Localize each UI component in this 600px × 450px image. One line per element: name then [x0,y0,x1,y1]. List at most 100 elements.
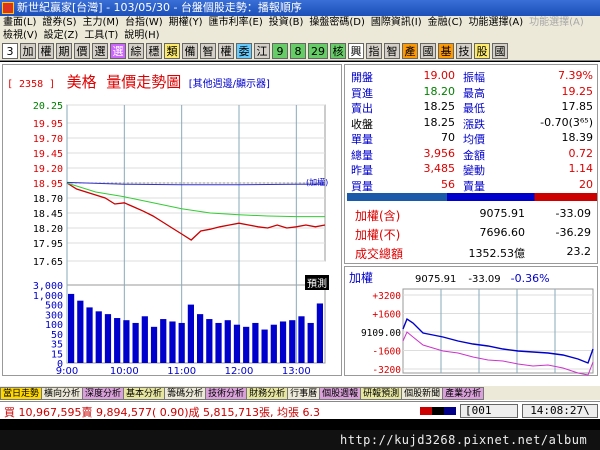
menu-item-0[interactable]: 畫面(L) [0,16,39,30]
tab-0[interactable]: 當日走勢 [0,387,43,400]
toolbar-button-14[interactable]: 江 [254,43,270,59]
tab-7[interactable]: 行事曆 [287,387,321,400]
menu-bar-secondary: 檢視(V) 設定(Z) 工具(T) 說明(H) [0,30,600,42]
quote-label: 最低 [463,102,485,115]
volume-bar [68,293,75,363]
index-change: -36.29 [555,226,591,239]
bid-ask-ratio-bar [347,193,597,201]
volume-bar [270,324,277,363]
price-tick-label: 18.95 [33,179,63,190]
toolbar-button-16[interactable]: 8 [290,43,306,59]
time-tick-label: 11:00 [167,366,196,377]
quote-value: 18.39 [561,131,594,144]
stock-code-input[interactable]: [001 [460,404,518,418]
industry-link[interactable]: [其他週邊/顯示器] [189,79,270,90]
menu2-item-3[interactable]: 說明(H) [121,30,162,42]
quote-value: 20 [579,177,593,191]
menu-item-6[interactable]: 投資(B) [266,16,307,30]
quote-label: 買量 [351,179,373,193]
volume-bar [206,319,213,363]
tab-6[interactable]: 財務分析 [246,387,289,400]
menu-item-9[interactable]: 金融(C) [425,16,466,30]
tab-5[interactable]: 技術分析 [205,387,248,400]
volume-bar [141,316,148,363]
tab-8[interactable]: 個股週報 [319,387,362,400]
toolbar-button-15[interactable]: 9 [272,43,288,59]
index-tick-label: -1600 [372,347,401,358]
toolbar-button-9[interactable]: 類 [164,43,180,59]
toolbar-button-25[interactable]: 技 [456,43,472,59]
tab-3[interactable]: 基本分析 [123,387,166,400]
toolbar-button-8[interactable]: 穩 [146,43,162,59]
quote-label: 漲跌 [463,117,485,131]
menu2-item-0[interactable]: 檢視(V) [0,30,41,42]
quote-label: 均價 [463,133,485,146]
quote-value: 1.14 [568,162,594,175]
quote-label: 開盤 [351,71,373,84]
volume-bar [95,311,102,363]
toolbar: 3 加權期價選選綜穩類備智權委江 9 8 29 核興指智產國基技股國 [0,42,600,61]
toolbar-button-20[interactable]: 指 [366,43,382,59]
toolbar-button-0[interactable]: 3 [2,43,18,59]
tab-2[interactable]: 深度分析 [82,387,125,400]
volume-bar [215,322,222,363]
price-tick-label: 19.70 [33,134,63,145]
ticker-text: 買 10,967,595賣 9,894,577( 0.90)成 5,815,71… [4,406,320,419]
forecast-button[interactable]: 預測 [305,275,329,290]
stock-name: 美格 [66,73,97,91]
toolbar-button-2[interactable]: 權 [38,43,54,59]
toolbar-button-23[interactable]: 國 [420,43,436,59]
quote-value: -0.70(3⁶⁵) [540,115,593,129]
toolbar-button-1[interactable]: 加 [20,43,36,59]
toolbar-button-4[interactable]: 價 [74,43,90,59]
menu-item-10[interactable]: 功能選擇(A) [465,16,526,30]
toolbar-button-13[interactable]: 委 [236,43,252,59]
price-tick-label: 18.20 [33,224,63,235]
menu-item-3[interactable]: 台指(W) [122,16,166,30]
quote-value: 19.25 [561,84,594,98]
toolbar-button-5[interactable]: 選 [92,43,108,59]
quote-value: 18.25 [423,100,456,113]
price-tick-label: 17.95 [33,239,63,250]
time-tick-label: 13:00 [282,366,311,377]
menu-item-7[interactable]: 操盤密碼(D) [306,16,368,30]
price-tick-label: 20.25 [33,101,63,112]
toolbar-button-11[interactable]: 智 [200,43,216,59]
tab-1[interactable]: 橫向分析 [41,387,84,400]
menu-item-5[interactable]: 匯市利率(E) [206,16,266,30]
menu2-item-1[interactable]: 設定(Z) [41,30,82,42]
tab-4[interactable]: 籌碼分析 [164,387,207,400]
toolbar-button-24[interactable]: 基 [438,43,454,59]
quote-value: 0.72 [568,146,594,160]
toolbar-button-12[interactable]: 權 [218,43,234,59]
tab-9[interactable]: 研報預測 [360,387,403,400]
volume-tick-label: 0 [57,359,63,370]
volume-bar [298,316,305,363]
toolbar-button-10[interactable]: 備 [182,43,198,59]
toolbar-button-22[interactable]: 產 [402,43,418,59]
toolbar-button-3[interactable]: 期 [56,43,72,59]
menu-item-8[interactable]: 國際資訊(I) [368,16,425,30]
toolbar-button-21[interactable]: 智 [384,43,400,59]
volume-bar [224,320,231,363]
toolbar-button-17[interactable]: 29 [308,43,328,59]
index-change: -33.09 [555,207,591,220]
quote-value: 3,485 [423,162,456,175]
price-tick-label: 17.65 [33,257,63,268]
toolbar-button-7[interactable]: 綜 [128,43,144,59]
menu-item-2[interactable]: 主力(M) [80,16,122,30]
toolbar-button-27[interactable]: 國 [492,43,508,59]
tab-11[interactable]: 產業分析 [442,387,485,400]
menu-item-1[interactable]: 證券(S) [39,16,79,30]
menu2-item-2[interactable]: 工具(T) [81,30,121,42]
quote-label: 最高 [463,86,485,100]
tab-10[interactable]: 個股新聞 [401,387,444,400]
toolbar-button-26[interactable]: 股 [474,43,490,59]
toolbar-button-6[interactable]: 選 [110,43,126,59]
toolbar-button-19[interactable]: 興 [348,43,364,59]
flag-icon [420,407,456,415]
volume-bar [252,322,259,363]
toolbar-button-18[interactable]: 核 [330,43,346,59]
menu-item-4[interactable]: 期權(Y) [166,16,206,30]
menu-item-11[interactable]: 功能選擇(A) [526,16,587,30]
